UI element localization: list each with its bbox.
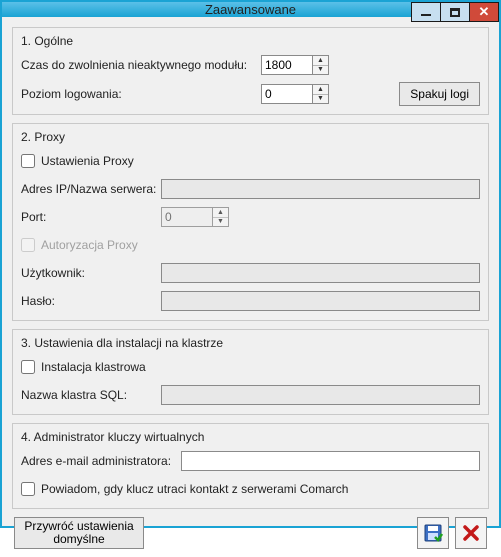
admin-email-label: Adres e-mail administratora: [21,454,181,468]
proxy-title: 2. Proxy [21,130,480,144]
loglevel-input[interactable] [262,85,312,103]
close-icon: ✕ [479,4,490,20]
close-button[interactable]: ✕ [469,2,499,22]
admin-title: 4. Administrator kluczy wirtualnych [21,430,480,444]
admin-panel: 4. Administrator kluczy wirtualnych Adre… [12,423,489,509]
loglevel-label: Poziom logowania: [21,87,261,101]
cluster-panel: 3. Ustawienia dla instalacji na klastrze… [12,329,489,415]
client-area: 1. Ogólne Czas do zwolnienia nieaktywneg… [2,17,499,557]
window-controls: ✕ [412,2,499,22]
proxy-panel: 2. Proxy Ustawienia Proxy Adres IP/Nazwa… [12,123,489,321]
proxy-host-label: Adres IP/Nazwa serwera: [21,182,161,196]
proxy-enable-checkbox[interactable] [21,154,35,168]
timeout-label: Czas do zwolnienia nieaktywnego modułu: [21,58,261,72]
timeout-up-icon[interactable]: ▲ [313,56,328,65]
proxy-auth-label: Autoryzacja Proxy [41,238,138,252]
minimize-icon [421,14,431,16]
maximize-button[interactable] [440,2,470,22]
timeout-input[interactable] [262,56,312,74]
general-panel: 1. Ogólne Czas do zwolnienia nieaktywneg… [12,27,489,115]
admin-email-input[interactable] [181,451,480,471]
footer: Przywróć ustawienia domyślne [12,517,489,551]
general-title: 1. Ogólne [21,34,480,48]
proxy-port-spinner[interactable]: ▲ ▼ [161,207,229,227]
maximize-icon [450,8,460,17]
cluster-enable-label: Instalacja klastrowa [41,360,146,374]
timeout-spinner[interactable]: ▲ ▼ [261,55,329,75]
timeout-down-icon[interactable]: ▼ [313,65,328,75]
cluster-enable-checkbox[interactable] [21,360,35,374]
save-icon [423,523,443,543]
proxy-user-input[interactable] [161,263,480,283]
cancel-icon [462,524,480,542]
loglevel-up-icon[interactable]: ▲ [313,85,328,94]
cluster-name-label: Nazwa klastra SQL: [21,388,161,402]
proxy-port-up-icon[interactable]: ▲ [213,208,228,217]
admin-notify-checkbox[interactable] [21,482,35,496]
proxy-auth-checkbox [21,238,35,252]
pack-logs-button[interactable]: Spakuj logi [399,82,480,106]
restore-defaults-button[interactable]: Przywróć ustawienia domyślne [14,517,144,549]
cluster-title: 3. Ustawienia dla instalacji na klastrze [21,336,480,350]
save-button[interactable] [417,517,449,549]
advanced-window: Zaawansowane ✕ 1. Ogólne Czas do zwolnie… [0,0,501,528]
proxy-port-down-icon[interactable]: ▼ [213,217,228,227]
proxy-pass-label: Hasło: [21,294,161,308]
proxy-port-input[interactable] [162,208,212,226]
proxy-enable-label: Ustawienia Proxy [41,154,134,168]
proxy-pass-input[interactable] [161,291,480,311]
proxy-port-label: Port: [21,210,161,224]
proxy-user-label: Użytkownik: [21,266,161,280]
minimize-button[interactable] [411,2,441,22]
cancel-button[interactable] [455,517,487,549]
proxy-host-input[interactable] [161,179,480,199]
admin-notify-label: Powiadom, gdy klucz utraci kontakt z ser… [41,482,348,496]
loglevel-spinner[interactable]: ▲ ▼ [261,84,329,104]
cluster-name-input[interactable] [161,385,480,405]
titlebar: Zaawansowane ✕ [2,2,499,17]
loglevel-down-icon[interactable]: ▼ [313,94,328,104]
